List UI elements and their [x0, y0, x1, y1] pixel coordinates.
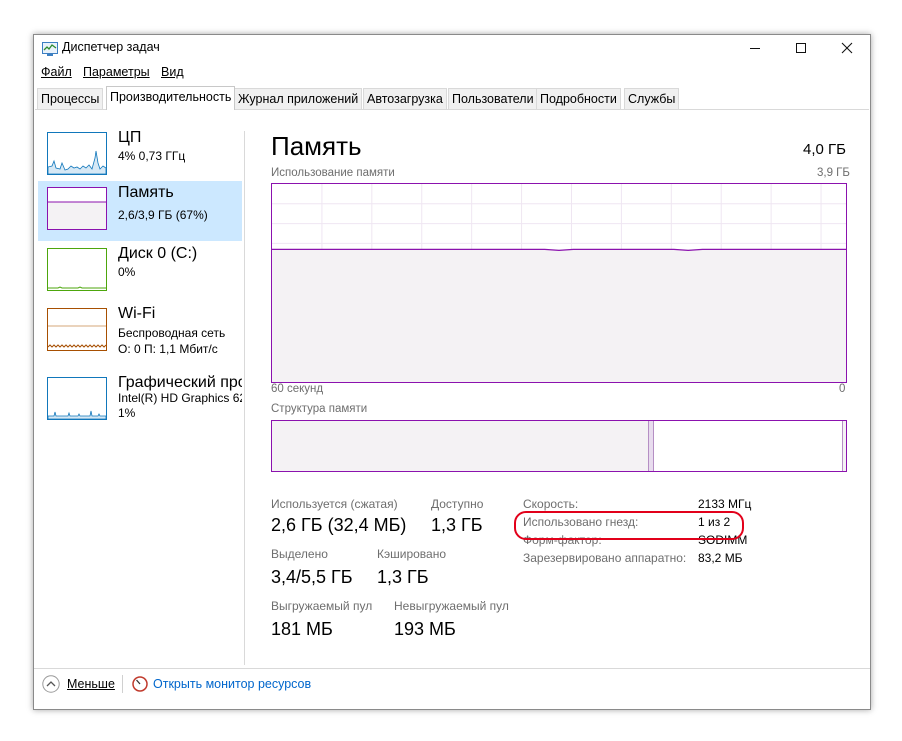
sidebar-item-detail-2: 1%	[118, 406, 136, 420]
maximize-icon	[796, 43, 806, 53]
gpu-thumbnail-graph	[47, 377, 107, 420]
usage-graph-fill	[272, 249, 846, 382]
page-title: Память	[271, 131, 362, 161]
sidebar-item-detail-2: О: 0 П: 1,1 Мбит/с	[118, 342, 218, 356]
collapse-button[interactable]	[42, 675, 60, 693]
sidebar-item-disk[interactable]: Диск 0 (C:) 0%	[38, 242, 242, 302]
available-value: 1,3 ГБ	[431, 515, 483, 535]
sidebar-item-name: Память	[118, 184, 174, 201]
sidebar-item-detail: Беспроводная сеть	[118, 326, 226, 340]
memory-thumbnail-graph	[47, 187, 107, 230]
less-details-link[interactable]: Меньше	[67, 677, 115, 691]
paged-pool-label: Выгружаемый пул	[271, 599, 373, 613]
sidebar-item-gpu[interactable]: Графический про Intel(R) HD Graphics 620…	[38, 371, 242, 431]
available-label: Доступно	[431, 497, 484, 511]
nonpaged-pool-label: Невыгружаемый пул	[394, 599, 509, 613]
graph-axis-right: 0	[839, 383, 846, 395]
chevron-up-icon	[42, 675, 60, 693]
tab-processes[interactable]: Процессы	[37, 88, 104, 109]
paged-pool-value: 181 МБ	[271, 619, 333, 639]
minimize-button[interactable]	[732, 35, 778, 65]
sidebar-item-cpu[interactable]: ЦП 4% 0,73 ГГц	[38, 126, 242, 186]
structure-label: Структура памяти	[271, 403, 368, 415]
sidebar-item-detail: 0%	[118, 265, 136, 279]
memory-total: 4,0 ГБ	[803, 141, 846, 158]
in-use-label: Используется (сжатая)	[271, 497, 398, 511]
memory-structure-bar	[271, 420, 847, 472]
speed-label: Скорость:	[523, 497, 579, 511]
menu-file[interactable]: Файл	[41, 65, 72, 79]
committed-value: 3,4/5,5 ГБ	[271, 567, 353, 587]
usage-graph-label: Использование памяти	[271, 167, 395, 179]
in-use-value: 2,6 ГБ (32,4 МБ)	[271, 515, 407, 535]
footer-divider	[34, 668, 870, 669]
tab-details[interactable]: Подробности	[536, 88, 621, 109]
task-manager-icon	[42, 42, 58, 56]
task-manager-window: Диспетчер задач Файл Параметры Вид Проце…	[33, 34, 871, 710]
memory-usage-graph	[271, 183, 847, 383]
sidebar-item-name: Графический про	[118, 374, 242, 391]
open-resource-monitor-link[interactable]: Открыть монитор ресурсов	[153, 677, 311, 691]
tab-app-history[interactable]: Журнал приложений	[234, 88, 363, 109]
speed-value: 2133 МГц	[698, 497, 752, 511]
nonpaged-pool-value: 193 МБ	[394, 619, 456, 639]
sidebar-item-wifi[interactable]: Wi-Fi Беспроводная сеть О: 0 П: 1,1 Мбит…	[38, 302, 242, 362]
menu-view[interactable]: Вид	[161, 65, 184, 79]
tab-startup[interactable]: Автозагрузка	[363, 88, 447, 109]
sidebar-item-name: ЦП	[118, 129, 142, 146]
cpu-thumbnail-graph	[47, 132, 107, 175]
wifi-thumbnail-graph	[47, 308, 107, 351]
hardware-reserved-label: Зарезервировано аппаратно:	[523, 551, 687, 565]
committed-label: Выделено	[271, 547, 328, 561]
sidebar-item-detail: Intel(R) HD Graphics 620	[118, 391, 242, 405]
sidebar-item-detail: 2,6/3,9 ГБ (67%)	[118, 208, 208, 222]
sidebar-item-name: Диск 0 (C:)	[118, 245, 198, 262]
close-button[interactable]	[824, 35, 870, 65]
window-title: Диспетчер задач	[62, 40, 160, 54]
cached-value: 1,3 ГБ	[377, 567, 429, 587]
tab-users[interactable]: Пользователи	[448, 88, 538, 109]
cached-label: Кэшировано	[377, 547, 447, 561]
disk-thumbnail-graph	[47, 248, 107, 291]
tab-services[interactable]: Службы	[624, 88, 680, 109]
maximize-button[interactable]	[778, 35, 824, 65]
sidebar-item-memory[interactable]: Память 2,6/3,9 ГБ (67%)	[38, 181, 242, 241]
minimize-icon	[750, 48, 760, 49]
footer-separator	[122, 675, 123, 693]
hardware-reserved-value: 83,2 МБ	[698, 551, 743, 565]
menu-options[interactable]: Параметры	[83, 65, 150, 79]
tab-performance[interactable]: Производительность	[106, 86, 236, 110]
sidebar-divider	[244, 131, 245, 665]
sidebar-item-detail: 4% 0,73 ГГц	[118, 149, 186, 163]
sidebar-item-name: Wi-Fi	[118, 305, 156, 322]
usage-graph-max: 3,9 ГБ	[817, 167, 850, 179]
close-icon	[841, 42, 853, 54]
graph-axis-left: 60 секунд	[271, 383, 324, 395]
resource-monitor-icon	[132, 676, 148, 692]
slots-highlight-annotation	[514, 511, 744, 540]
